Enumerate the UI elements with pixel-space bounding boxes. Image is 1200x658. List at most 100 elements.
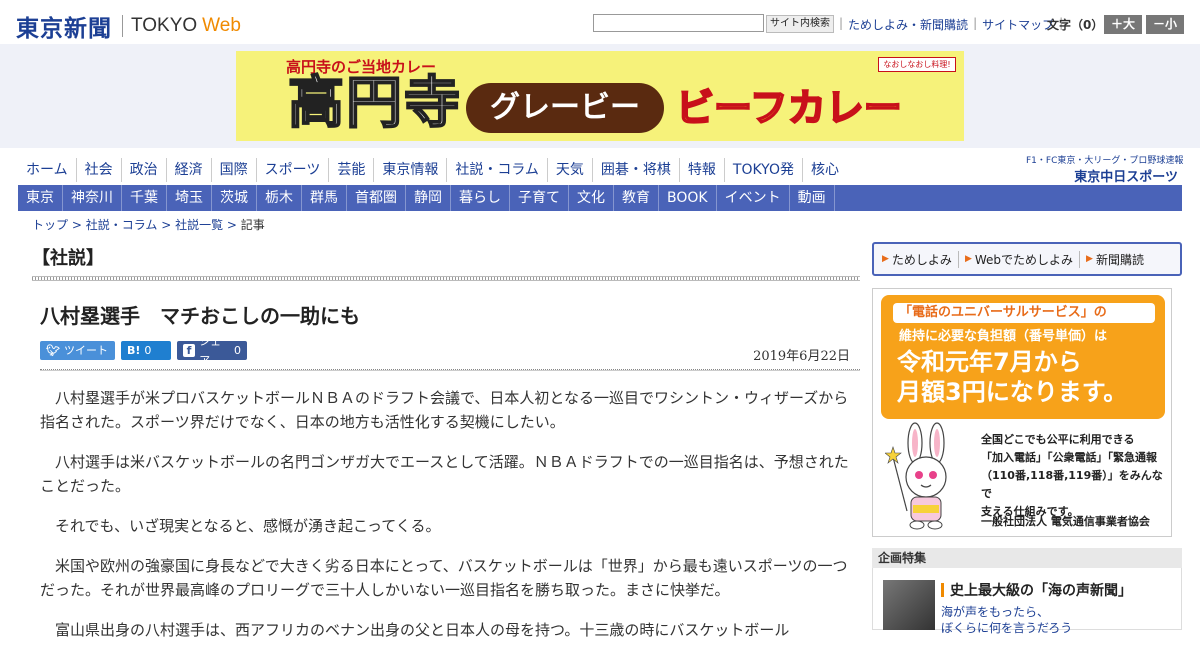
nav-kakushin[interactable]: 核心 [801,158,847,182]
tweet-label: ツイート [63,344,108,357]
nav-book[interactable]: BOOK [659,185,717,211]
region-tokyo[interactable]: 東京 [18,185,63,211]
font-larger-button[interactable]: ＋大 [1104,15,1142,34]
region-gunma[interactable]: 群馬 [302,185,347,211]
logo-web: Web [202,15,241,36]
promo-subscribe[interactable]: ▶ 新聞購読 [1079,250,1150,268]
region-shizuoka[interactable]: 静岡 [406,185,451,211]
banner-gravy: グレービー [466,83,664,133]
ad-text1: 全国どこでも公平に利用できる [981,433,1135,446]
hatena-count: 0 [144,344,152,357]
ad-line3: 令和元年7月から [897,348,1082,376]
header-links: | ためしよみ・新聞購読 | サイトマップ | [834,16,1068,33]
nav-sports[interactable]: スポーツ [255,158,329,182]
header-link-separator: | [973,16,978,30]
universal-service-ad[interactable]: 「電話のユニバーサルサービス」の 維持に必要な負担額（番号単価）は 令和元年7月… [872,288,1172,537]
nav-weather[interactable]: 天気 [546,158,592,182]
main-nav: ホーム 社会 政治 経済 国際 スポーツ 芸能 東京情報 社説・コラム 天気 囲… [18,158,847,182]
share-label: シェア [199,334,222,367]
article-date: 2019年6月22日 [753,349,850,364]
nav-culture[interactable]: 文化 [569,185,614,211]
banner-beef-curry: ビーフカレー [675,85,903,131]
breadcrumb-current: 記事 [240,218,265,232]
region-saitama[interactable]: 埼玉 [167,185,212,211]
nav-parenting[interactable]: 子育て [510,185,569,211]
feature-item[interactable]: 史上最大級の「海の声新聞」 海が声をもったら、 ぼくらに何を言うだろう [872,568,1182,635]
breadcrumb-separator: > [161,218,176,232]
region-shutoken[interactable]: 首都圏 [347,185,406,211]
nav-editorial-column[interactable]: 社説・コラム [446,158,547,182]
facebook-share-button[interactable]: f シェア 0 [177,335,247,367]
nav-tokyo-info[interactable]: 東京情報 [373,158,446,182]
article-paragraph: 八村選手は米バスケットボールの名門ゴンザガ大でエースとして活躍。ＮＢＡドラフトで… [40,453,849,495]
feature-title[interactable]: 史上最大級の「海の声新聞」 [941,580,1132,600]
trial-subscribe-link[interactable]: ためしよみ・新聞購読 [848,16,968,33]
section-divider [32,276,860,281]
facebook-f-icon: f [183,344,196,357]
nav-living[interactable]: 暮らし [451,185,510,211]
promo-web-trial[interactable]: ▶ Webでためしよみ [957,250,1079,268]
site-logo[interactable]: 東京新聞 TOKYO Web [16,9,241,43]
arrow-right-icon: ▶ [882,254,889,264]
region-tochigi[interactable]: 栃木 [257,185,302,211]
arrow-right-icon: ▶ [964,254,972,264]
chunichi-sports-logo: 東京中日スポーツ [1074,170,1178,185]
feature-title-text: 史上最大級の「海の声新聞」 [950,583,1132,599]
site-search-button[interactable]: サイト内検索 [766,15,834,33]
nav-politics[interactable]: 政治 [120,158,166,182]
curry-ad-banner[interactable]: 高円寺のご当地カレー 高円寺 グレービー ビーフカレー なおしなおし料理! [236,51,964,141]
breadcrumb-editorial-list[interactable]: 社説一覧 [175,218,223,232]
breadcrumb-editorial-column[interactable]: 社説・コラム [86,218,158,232]
site-search-input[interactable] [593,14,764,32]
feature-thumbnail [883,580,935,630]
article-paragraph: 米国や欧州の強豪国に身長などで大きく劣る日本にとって、バスケットボールは「世界」… [40,557,848,599]
sitemap-link[interactable]: サイトマップ [982,16,1054,33]
font-smaller-button[interactable]: －小 [1146,15,1184,34]
ad-line4: 月額3円になります。 [897,378,1128,406]
promo-trial[interactable]: ▶ ためしよみ [882,251,958,268]
ad-text3: （110番,118番,119番）」をみんなで [981,469,1163,500]
article-title: 八村塁選手 マチおこしの一助にも [40,304,360,328]
arrow-right-icon: ▶ [1086,254,1093,264]
hatena-b-icon: B! [127,344,141,357]
tweet-button[interactable]: 🐦︎ ツイート [40,341,115,360]
banner-koenji: 高円寺 [287,71,462,136]
promo-subscribe-label: 新聞購読 [1095,252,1144,267]
ad-description: 全国どこでも公平に利用できる 「加入電話」「公衆電話」「緊急通報 （110番,1… [981,431,1167,521]
hatena-bookmark-button[interactable]: B! 0 [121,341,171,360]
font-size-label: 文字（0） [1047,18,1104,32]
nav-education[interactable]: 教育 [614,185,659,211]
nav-event[interactable]: イベント [717,185,790,211]
article-paragraph: それでも、いざ現実となると、感慨が湧き起こってくる。 [55,517,441,535]
rabbit-mascot-icon [885,422,947,530]
breadcrumb-separator: > [71,218,86,232]
breadcrumb-top[interactable]: トップ [32,218,68,232]
chunichi-sports-link[interactable]: F1・FC東京・大リーグ・プロ野球速報 東京中日スポーツ [1026,153,1183,185]
ad-headline: 令和元年7月から 月額3円になります。 [893,347,1127,407]
nav-international[interactable]: 国際 [210,158,256,182]
region-kanagawa[interactable]: 神奈川 [63,185,122,211]
social-buttons: 🐦︎ ツイート B! 0 f シェア 0 [40,335,247,367]
nav-society[interactable]: 社会 [75,158,121,182]
nav-tokuho[interactable]: 特報 [678,158,724,182]
nav-home[interactable]: ホーム [18,158,76,182]
banner-area: 高円寺のご当地カレー 高円寺 グレービー ビーフカレー なおしなおし料理! [0,44,1200,148]
article-paragraph: 富山県出身の八村選手は、西アフリカのベナン出身の父と日本人の母を持つ。十三歳の時… [55,621,790,639]
region-ibaraki[interactable]: 茨城 [212,185,257,211]
feature-sub2: ぼくらに何を言うだろう [941,621,1073,635]
nav-go-shogi[interactable]: 囲碁・将棋 [591,158,679,182]
ad-line2: 維持に必要な負担額（番号単価）は [899,329,1108,344]
region-chiba[interactable]: 千葉 [122,185,167,211]
nav-economy[interactable]: 経済 [165,158,211,182]
logo-tokyo-shimbun: 東京新聞 [16,15,112,42]
promo-trial-label: ためしよみ [891,252,952,267]
region-nav: 東京 神奈川 千葉 埼玉 茨城 栃木 群馬 首都圏 静岡 暮らし 子育て 文化 … [18,185,1182,211]
nav-tokyo-hatsu[interactable]: TOKYO発 [723,158,802,182]
nav-video[interactable]: 動画 [790,185,835,211]
header-link-separator: | [839,16,844,30]
share-count: 0 [234,344,241,357]
site-header: 東京新聞 TOKYO Web サイト内検索 | ためしよみ・新聞購読 | サイト… [0,0,1200,44]
nav-entertainment[interactable]: 芸能 [328,158,373,182]
article-body: 八村塁選手が米プロバスケットボールＮＢＡのドラフト会議で、日本人初となる一巡目で… [40,386,850,658]
article-paragraph: 八村塁選手が米プロバスケットボールＮＢＡのドラフト会議で、日本人初となる一巡目で… [40,389,849,431]
